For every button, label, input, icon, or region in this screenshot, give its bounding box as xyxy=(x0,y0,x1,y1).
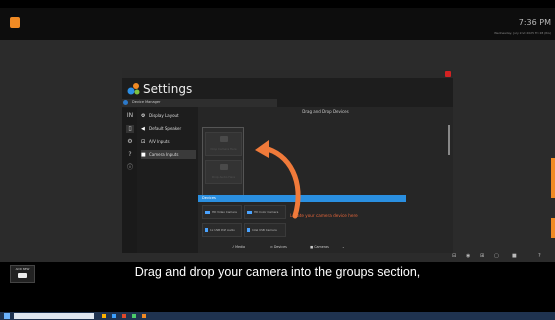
camera-icon: ■ xyxy=(310,245,314,249)
av-inputs-icon: ⊡ xyxy=(141,139,146,145)
clock: 7:36 PM xyxy=(518,18,551,27)
breadcrumb-label: Device Manager xyxy=(132,100,161,104)
drop-slot-camera[interactable]: Drop Camera Here xyxy=(205,132,242,156)
layout-icon[interactable]: ⊟ xyxy=(452,253,456,259)
slot-label: Drop Audio Here xyxy=(211,175,236,179)
slot-label: Drop Camera Here xyxy=(210,147,237,151)
window-titlebar[interactable] xyxy=(122,70,453,78)
menu-item-display-layout[interactable]: ⚙ Display Layout xyxy=(141,111,196,120)
device-label: HD Video Camera xyxy=(212,210,237,214)
camera-placeholder-icon xyxy=(220,136,228,142)
record-icon[interactable]: ◉ xyxy=(466,253,470,259)
app-icon[interactable] xyxy=(122,314,126,318)
window-icon[interactable]: ▢ xyxy=(494,253,499,259)
camera-group-drop-zone[interactable]: Drop Camera Here Drop Audio Here xyxy=(202,127,244,199)
tab-label: Media xyxy=(235,245,246,249)
panel-title: Drag and Drop Devices xyxy=(302,109,349,114)
app-icon[interactable] xyxy=(142,314,146,318)
bottom-tabs: ♪ Media ⊙ Devices ■ Cameras ⌄ xyxy=(226,243,352,252)
mic-placeholder-icon xyxy=(220,164,228,170)
system-icons: ⊟ ◉ ⊞ ▢ ■ ? xyxy=(452,253,552,261)
app-icon[interactable] xyxy=(132,314,136,318)
camera-icon xyxy=(205,210,210,214)
curved-arrow-icon xyxy=(255,140,301,219)
date-line: Wednesday, July 2nd 2025 Fri 28 (RG) xyxy=(494,31,551,35)
tab-media[interactable]: ♪ Media xyxy=(232,245,245,249)
back-icon[interactable] xyxy=(123,100,128,105)
browser-icon[interactable] xyxy=(112,314,116,318)
side-panel-tab-2[interactable] xyxy=(551,218,555,238)
tab-cameras[interactable]: ■ Cameras xyxy=(310,245,329,249)
settings-logo-icon xyxy=(127,83,140,95)
help-icon[interactable]: ? xyxy=(538,253,541,259)
menu-item-label: Default Speaker xyxy=(149,126,182,131)
menu-item-label: Display Layout xyxy=(149,113,179,118)
settings-rail: IN ▯ ⚙ ? ⓘ xyxy=(122,108,137,253)
window-title: Settings xyxy=(143,82,193,96)
grid-icon[interactable]: ⊞ xyxy=(480,253,484,259)
close-icon[interactable] xyxy=(445,71,451,77)
tab-expand[interactable]: ⌄ xyxy=(342,245,345,249)
camera-icon[interactable]: ■ xyxy=(512,253,517,259)
menu-item-av-inputs[interactable]: ⊡ A/V Inputs xyxy=(141,137,196,146)
display-layout-icon: ⚙ xyxy=(141,113,146,119)
drop-slot-audio[interactable]: Drop Audio Here xyxy=(205,160,242,184)
mic-icon xyxy=(205,228,208,232)
devices-label: Devices xyxy=(202,196,216,200)
camera-icon xyxy=(247,210,252,214)
taskbar-search-input[interactable] xyxy=(14,313,94,319)
camera-icon: ■ xyxy=(141,152,146,158)
scrollbar[interactable] xyxy=(448,125,450,155)
file-explorer-icon[interactable] xyxy=(102,314,106,318)
drag-drop-panel: Drag and Drop Devices Drop Camera Here D… xyxy=(198,107,453,253)
devices-icon: ⊙ xyxy=(270,245,273,249)
rail-icon-info[interactable]: ⓘ xyxy=(126,164,134,172)
chevron-down-icon: ⌄ xyxy=(342,245,345,249)
menu-item-label: Camera Inputs xyxy=(149,152,179,157)
tab-label: Devices xyxy=(273,245,287,249)
caption-text: Drag and drop your camera into the group… xyxy=(134,265,421,279)
rail-icon-inputs[interactable]: IN xyxy=(126,112,134,120)
media-icon: ♪ xyxy=(232,245,235,249)
rail-icon-device[interactable]: ▯ xyxy=(126,125,134,133)
breadcrumb[interactable]: Device Manager xyxy=(122,99,277,107)
app-logo-icon[interactable] xyxy=(10,17,20,28)
rail-icon-help[interactable]: ? xyxy=(126,151,134,159)
menu-item-camera-inputs[interactable]: ■ Camera Inputs xyxy=(141,150,196,159)
rail-icon-gear[interactable]: ⚙ xyxy=(126,138,134,146)
caption-bar: ADD NEW Drag and drop your camera into t… xyxy=(0,262,555,292)
os-taskbar xyxy=(0,312,555,320)
device-label: 1x USB PnP Audio xyxy=(210,228,235,232)
mic-icon xyxy=(247,228,250,232)
tab-label: Cameras xyxy=(314,245,329,249)
device-usb-audio[interactable]: 1x USB PnP Audio xyxy=(202,223,242,237)
device-hd-video-camera[interactable]: HD Video Camera xyxy=(202,205,242,219)
side-panel-tab[interactable] xyxy=(551,158,555,198)
menu-item-label: A/V Inputs xyxy=(149,139,170,144)
speaker-icon: ◀ xyxy=(141,126,145,132)
menu-item-default-speaker[interactable]: ◀ Default Speaker xyxy=(141,124,196,133)
start-icon[interactable] xyxy=(4,313,10,319)
tab-devices[interactable]: ⊙ Devices xyxy=(270,245,287,249)
